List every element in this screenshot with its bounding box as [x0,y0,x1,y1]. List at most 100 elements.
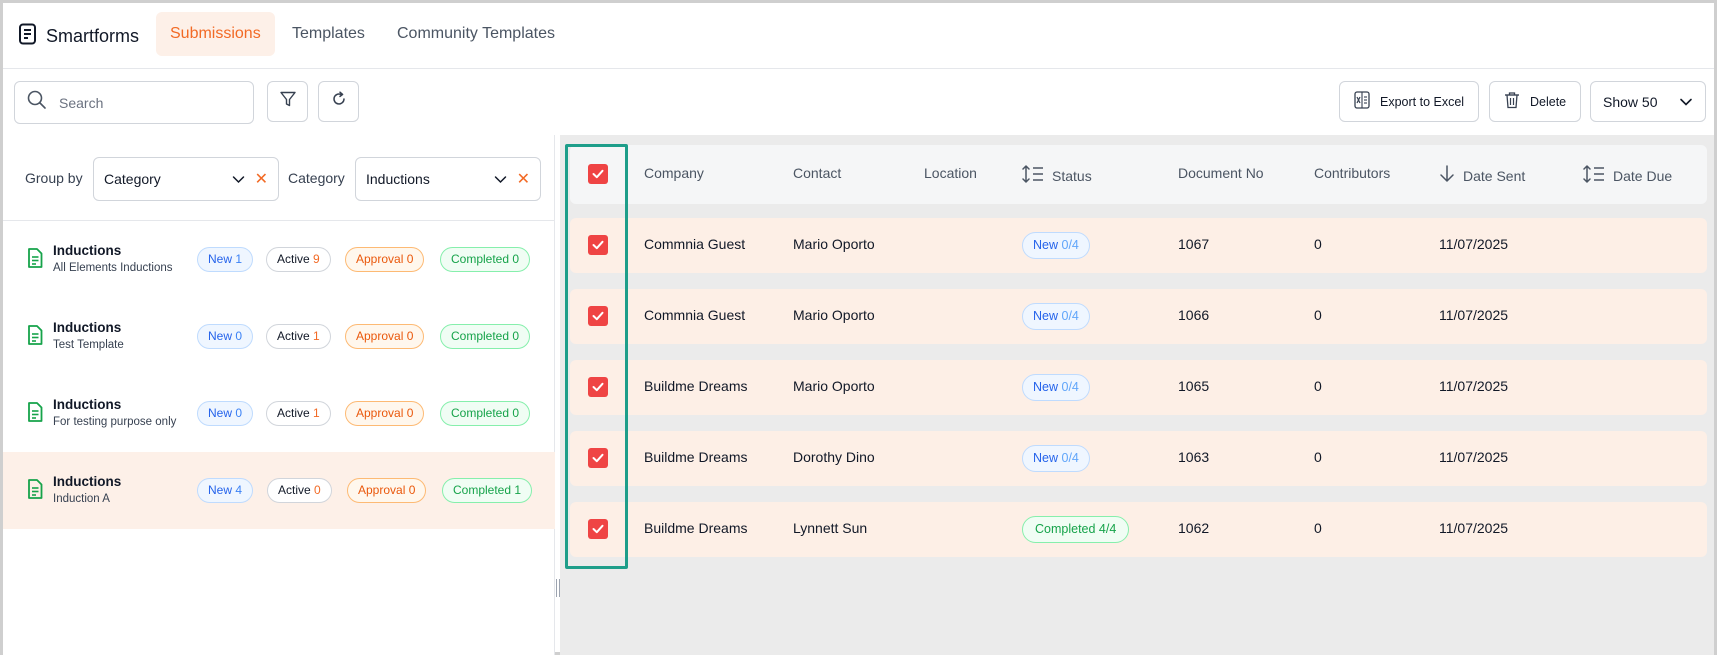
table-row[interactable]: Buildme Dreams Mario Oporto New 0/4 1065… [570,360,1707,415]
delete-button[interactable]: Delete [1489,81,1582,122]
row-checkbox[interactable] [588,235,608,255]
group-subtitle: Induction A [53,493,110,505]
completed-count-badge: Completed 0 [440,324,531,349]
chevron-down-icon [232,171,245,187]
document-icon [27,479,43,504]
table-row[interactable]: Commnia Guest Mario Oporto New 0/4 1067 … [570,218,1707,273]
category-value: Inductions [366,171,430,187]
cell-company: Buildme Dreams [644,378,748,394]
cell-contact: Dorothy Dino [793,449,875,465]
cell-date-sent: 11/07/2025 [1439,307,1509,323]
cell-date-sent: 11/07/2025 [1439,378,1509,394]
group-filter-bar: Group by Category ✕ Category Inductions … [3,135,555,221]
column-header-contributors[interactable]: Contributors [1314,165,1390,181]
cell-document-no: 1066 [1178,307,1210,323]
cell-company: Buildme Dreams [644,449,748,465]
cell-contributors: 0 [1314,307,1322,323]
toolbar: Export to Excel Delete Show 50 [3,69,1714,135]
select-all-checkbox[interactable] [588,164,608,184]
group-title: Inductions [53,397,122,412]
filter-button[interactable] [267,81,308,122]
status-badge: New 0/4 [1022,232,1090,259]
group-subtitle: Test Template [53,339,124,351]
column-header-contact[interactable]: Contact [793,165,841,181]
completed-count-badge: Completed 1 [442,478,533,503]
group-subtitle: All Elements Inductions [53,262,173,274]
document-icon [27,248,43,273]
column-header-date-due[interactable]: Date Due [1583,165,1672,186]
new-count-badge: New 4 [197,478,254,503]
approval-count-badge: Approval 0 [345,324,425,349]
table-row[interactable]: Buildme Dreams Dorothy Dino New 0/4 1063… [570,431,1707,486]
column-header-location[interactable]: Location [924,165,977,181]
submissions-table: Company Contact Location Status Document… [560,135,1714,655]
cell-contact: Mario Oporto [793,307,875,323]
new-count-badge: New 0 [197,324,254,349]
page-size-select[interactable]: Show 50 [1590,81,1706,122]
completed-count-badge: Completed 0 [440,247,531,272]
table-row[interactable]: Commnia Guest Mario Oporto New 0/4 1066 … [570,289,1707,344]
group-row[interactable]: Inductions All Elements Inductions New 1… [3,221,555,298]
table-header: Company Contact Location Status Document… [570,145,1707,204]
cell-document-no: 1065 [1178,378,1210,394]
tab-submissions[interactable]: Submissions [156,12,275,56]
group-by-label: Group by [25,170,83,186]
app-name: Smartforms [46,26,140,46]
cell-contact: Mario Oporto [793,236,875,252]
cell-document-no: 1062 [1178,520,1210,536]
excel-icon [1354,91,1370,112]
group-by-select[interactable]: Category ✕ [93,157,279,201]
active-count-badge: Active 1 [266,324,331,349]
cell-contact: Mario Oporto [793,378,875,394]
column-header-document-no[interactable]: Document No [1178,165,1264,181]
completed-count-badge: Completed 0 [440,401,531,426]
active-count-badge: Active 1 [266,401,331,426]
column-header-company[interactable]: Company [644,165,704,181]
tab-templates[interactable]: Templates [278,12,379,56]
cell-date-sent: 11/07/2025 [1439,449,1509,465]
group-title: Inductions [53,474,122,489]
arrow-down-icon [1439,165,1455,186]
status-badge: New 0/4 [1022,374,1090,401]
group-panel: Group by Category ✕ Category Inductions … [3,135,555,655]
clear-category-icon[interactable]: ✕ [517,169,530,189]
approval-count-badge: Approval 0 [345,401,425,426]
row-checkbox[interactable] [588,377,608,397]
approval-count-badge: Approval 0 [345,247,425,272]
group-title: Inductions [53,320,122,335]
category-select[interactable]: Inductions ✕ [355,157,541,201]
new-count-badge: New 1 [197,247,254,272]
cell-date-sent: 11/07/2025 [1439,236,1509,252]
export-excel-label: Export to Excel [1380,94,1465,109]
column-header-date-sent[interactable]: Date Sent [1439,165,1525,186]
cell-contributors: 0 [1314,378,1322,394]
group-row[interactable]: Inductions Test Template New 0 Active 1 … [3,298,555,375]
cell-contributors: 0 [1314,449,1322,465]
cell-company: Buildme Dreams [644,520,748,536]
status-badge: New 0/4 [1022,303,1090,330]
export-excel-button[interactable]: Export to Excel [1339,81,1480,122]
status-badge: New 0/4 [1022,445,1090,472]
table-row[interactable]: Buildme Dreams Lynnett Sun Completed 4/4… [570,502,1707,557]
chevron-down-icon [494,171,507,187]
group-row-selected[interactable]: Inductions Induction A New 4 Active 0 Ap… [3,452,555,529]
sort-icon [1583,165,1605,186]
delete-label: Delete [1530,94,1567,109]
search-box[interactable] [14,81,254,124]
row-checkbox[interactable] [588,306,608,326]
row-checkbox[interactable] [588,519,608,539]
group-subtitle: For testing purpose only [53,416,177,428]
column-header-status[interactable]: Status [1022,165,1092,186]
brand[interactable]: Smartforms [18,23,139,50]
refresh-button[interactable] [318,81,359,122]
app-window: Smartforms Submissions Templates Communi… [0,0,1717,655]
cell-document-no: 1063 [1178,449,1210,465]
document-icon [27,325,43,350]
cell-date-sent: 11/07/2025 [1439,520,1509,536]
row-checkbox[interactable] [588,448,608,468]
new-count-badge: New 0 [197,401,254,426]
search-input[interactable] [59,94,229,111]
tab-community-templates[interactable]: Community Templates [383,12,569,56]
clear-group-by-icon[interactable]: ✕ [255,169,268,189]
group-row[interactable]: Inductions For testing purpose only New … [3,375,555,452]
